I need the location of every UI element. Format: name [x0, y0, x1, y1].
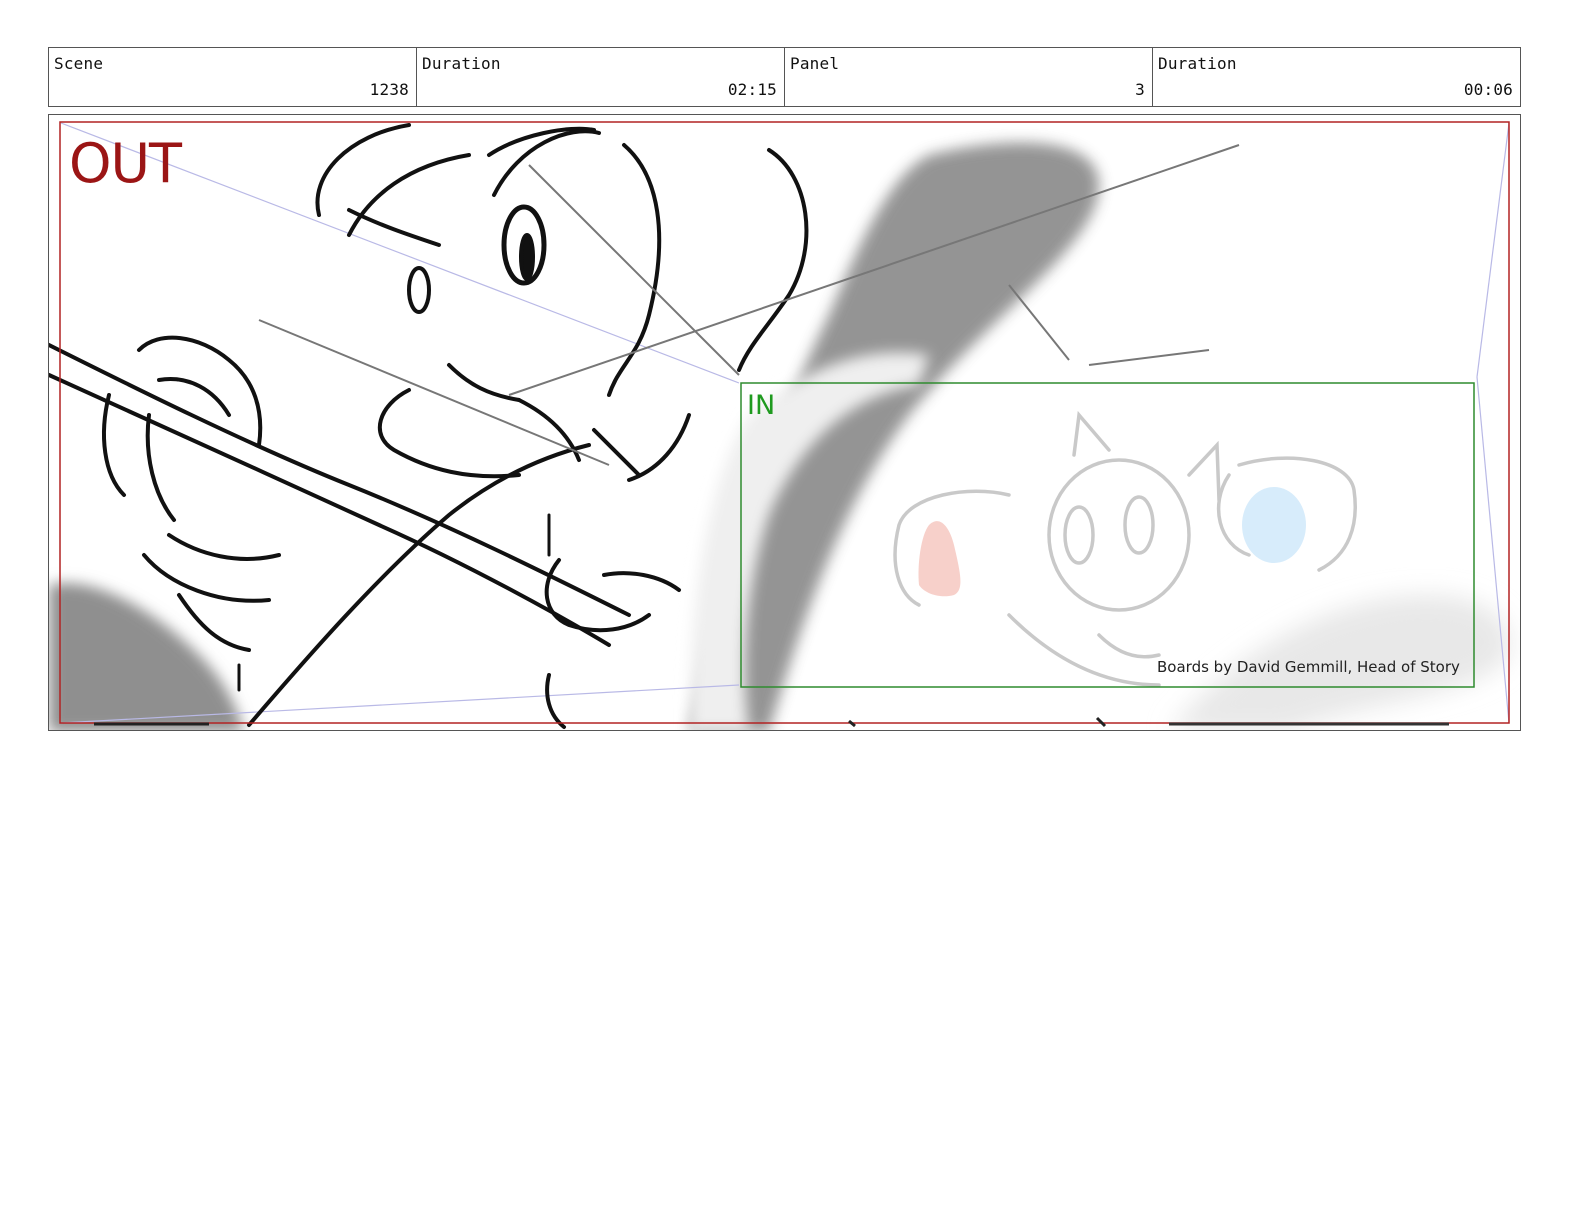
panel-label: Panel — [790, 54, 840, 73]
credit-text: Boards by David Gemmill, Head of Story — [1157, 658, 1460, 676]
scene-cell: Scene 1238 — [49, 48, 416, 106]
scene-duration-value: 02:15 — [727, 80, 777, 99]
panel-artwork — [49, 121, 1511, 730]
scene-duration-label: Duration — [422, 54, 501, 73]
panel-duration-value: 00:06 — [1463, 80, 1513, 99]
panel-number: 3 — [1135, 80, 1145, 99]
panel-duration-cell: Duration 00:06 — [1152, 48, 1520, 106]
scene-duration-cell: Duration 02:15 — [416, 48, 784, 106]
scene-label: Scene — [54, 54, 104, 73]
blurred-foreground-shape — [49, 142, 1511, 730]
in-character-color-marks — [918, 487, 1306, 597]
storyboard-panel: OUT IN Boards by David Gemmill, Head of … — [48, 114, 1521, 731]
panel-duration-label: Duration — [1158, 54, 1237, 73]
panel-cell: Panel 3 — [784, 48, 1152, 106]
out-frame-label: OUT — [69, 132, 182, 195]
in-frame-label: IN — [747, 390, 776, 421]
storyboard-header: Scene 1238 Duration 02:15 Panel 3 Durati… — [48, 47, 1521, 107]
scene-number: 1238 — [369, 80, 409, 99]
